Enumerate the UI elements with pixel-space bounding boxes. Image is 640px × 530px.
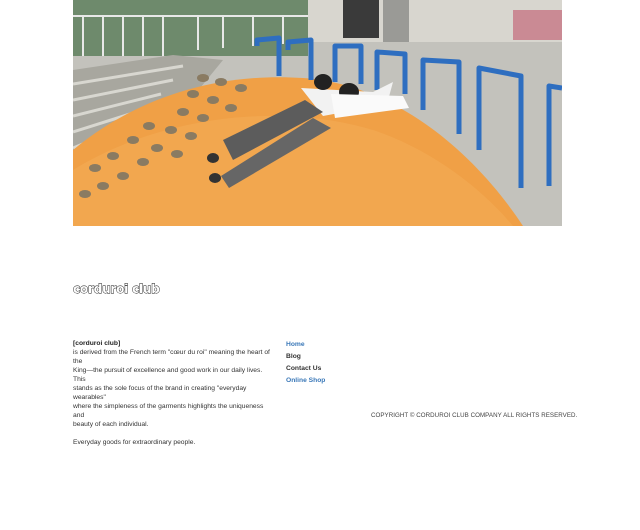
copyright-text: COPYRIGHT © CORDUROI CLUB COMPANY ALL RI…: [371, 412, 578, 419]
hero-image: [73, 0, 562, 226]
about-line: where the simpleness of the garments hig…: [73, 403, 264, 419]
nav-link-online-shop[interactable]: Online Shop: [286, 376, 325, 388]
about-line: is derived from the French term "cœur du…: [73, 349, 270, 365]
nav-link-blog[interactable]: Blog: [286, 352, 325, 364]
about-line: stands as the sole focus of the brand in…: [73, 385, 247, 401]
nav-link-contact-us[interactable]: Contact Us: [286, 364, 325, 376]
nav-link-home[interactable]: Home: [286, 340, 325, 352]
about-tagline: Everyday goods for extraordinary people.: [73, 439, 196, 446]
about-section: [corduroi club] is derived from the Fren…: [73, 339, 273, 447]
about-line: King—the pursuit of excellence and good …: [73, 367, 263, 383]
about-title: [corduroi club]: [73, 340, 121, 347]
hero-photo: [73, 0, 562, 226]
about-line: beauty of each individual.: [73, 421, 149, 428]
footer-nav: Home Blog Contact Us Online Shop: [286, 340, 325, 388]
brand-logo[interactable]: corduroi club: [73, 282, 161, 297]
